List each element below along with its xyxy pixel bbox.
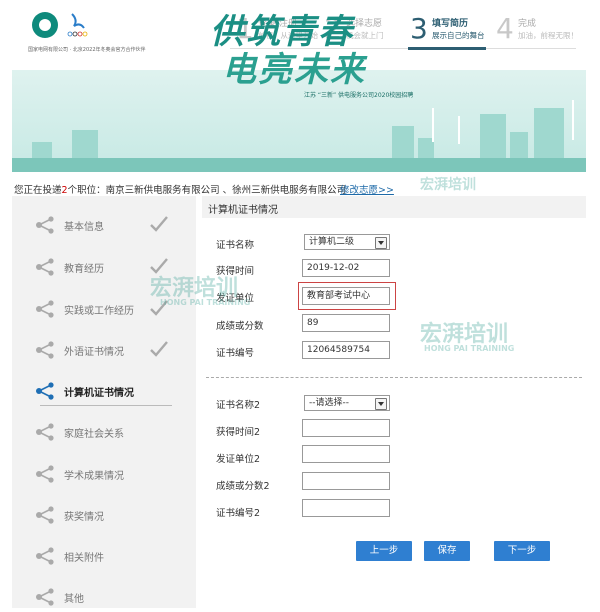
sidebar-item-academic-results[interactable]: 学术成果情况 (34, 459, 184, 489)
cert2-number-input[interactable] (302, 499, 390, 517)
notice-middle: 个职位： (67, 185, 106, 196)
sidebar-item-awards[interactable]: 获奖情况 (34, 500, 184, 530)
check-icon (150, 216, 168, 232)
step-subtitle: 展示自己的舞台 (432, 31, 485, 40)
share-node-icon (36, 423, 54, 441)
sidebar-item-label: 实践或工作经历 (64, 306, 134, 317)
share-node-icon (36, 216, 54, 234)
sidebar-item-attachments[interactable]: 相关附件 (34, 541, 184, 571)
share-node-icon (36, 382, 54, 400)
share-node-icon (36, 588, 54, 606)
share-node-icon (36, 300, 54, 318)
watermark-en: HONG PAI TRAINING (160, 298, 251, 307)
panel-title: 计算机证书情况 (208, 205, 278, 216)
sidebar-item-label: 其他 (64, 594, 84, 605)
cert2-number-label: 证书编号2 (216, 508, 261, 519)
cert2-name-label: 证书名称2 (216, 400, 261, 411)
sidebar-item-label: 获奖情况 (64, 512, 104, 523)
share-node-icon (36, 341, 54, 359)
cert-score-input[interactable]: 89 (302, 314, 390, 332)
chevron-down-icon (375, 398, 387, 410)
step-number: 4 (496, 12, 514, 45)
cert2-date-input[interactable] (302, 419, 390, 437)
step-title: 填写简历 (432, 19, 469, 29)
banner-title-line2: 电亮未来 (222, 50, 366, 90)
sgcc-logo-icon (32, 12, 58, 38)
cert-date-input[interactable]: 2019-12-02 (302, 259, 390, 277)
notice-positions: 南京三新供电服务有限公司 、徐州三新供电服务有限公司 (105, 185, 347, 196)
share-node-icon (36, 506, 54, 524)
step-number: 3 (410, 12, 428, 45)
cert2-name-select[interactable]: --请选择-- (304, 395, 390, 411)
share-node-icon (36, 465, 54, 483)
sidebar-item-label: 外语证书情况 (64, 347, 124, 358)
step-title: 完成 (518, 19, 537, 29)
cert-name-label: 证书名称 (216, 240, 255, 251)
sidebar-item-label: 相关附件 (64, 553, 104, 564)
banner-subtitle: 江苏 “三新” 供电服务公司2020校园招聘 (304, 92, 414, 99)
cert-score-label: 成绩或分数 (216, 321, 264, 332)
sidebar-item-computer-cert[interactable]: 计算机证书情况 (34, 376, 184, 406)
sidebar-item-language-cert[interactable]: 外语证书情况 (34, 335, 184, 365)
sidebar-item-family-relations[interactable]: 家庭社会关系 (34, 417, 184, 447)
share-node-icon (36, 258, 54, 276)
sidebar-item-label: 计算机证书情况 (64, 388, 134, 399)
sidebar-item-label: 基本信息 (64, 222, 104, 233)
step-progress-active (408, 47, 486, 50)
step-subtitle: 加油，前程无限！ (518, 31, 578, 40)
next-step-button[interactable]: 下一步 (494, 541, 550, 561)
active-item-underline (40, 405, 172, 406)
beijing-2022-logo-icon (67, 13, 88, 37)
cert2-issuer-input[interactable] (302, 445, 390, 463)
highlight-annotation (298, 282, 396, 310)
logo-caption: 国家电网有限公司 · 北京2022年冬奥会官方合作伙伴 (28, 47, 146, 53)
sidebar-item-label: 教育经历 (64, 264, 104, 275)
cert2-score-input[interactable] (302, 472, 390, 490)
cert-number-label: 证书编号 (216, 348, 255, 359)
section-divider (206, 377, 582, 378)
cert2-issuer-label: 发证单位2 (216, 454, 261, 465)
sidebar-item-label: 学术成果情况 (64, 471, 124, 482)
sidebar-item-label: 家庭社会关系 (64, 429, 124, 440)
modify-preference-link[interactable]: 修改志愿>> (340, 182, 394, 196)
notice-prefix: 您正在投递 (14, 185, 62, 196)
cert2-date-label: 获得时间2 (216, 427, 261, 438)
sidebar-item-basic-info[interactable]: 基本信息 (34, 210, 184, 240)
cert-name-value: 计算机二级 (309, 237, 355, 247)
prev-step-button[interactable]: 上一步 (356, 541, 412, 561)
watermark-cn: 宏湃培训 (420, 177, 476, 193)
check-icon (150, 341, 168, 357)
cert2-score-label: 成绩或分数2 (216, 481, 270, 492)
chevron-down-icon (375, 237, 387, 249)
share-node-icon (36, 547, 54, 565)
cert-number-input[interactable]: 12064589754 (302, 341, 390, 359)
cert-name-select[interactable]: 计算机二级 (304, 234, 390, 250)
save-button[interactable]: 保存 (424, 541, 470, 561)
application-notice: 您正在投递2个职位：南京三新供电服务有限公司 、徐州三新供电服务有限公司 (14, 182, 346, 196)
cert2-name-value: --请选择-- (309, 398, 349, 408)
watermark-en: HONG PAI TRAINING (424, 344, 515, 353)
